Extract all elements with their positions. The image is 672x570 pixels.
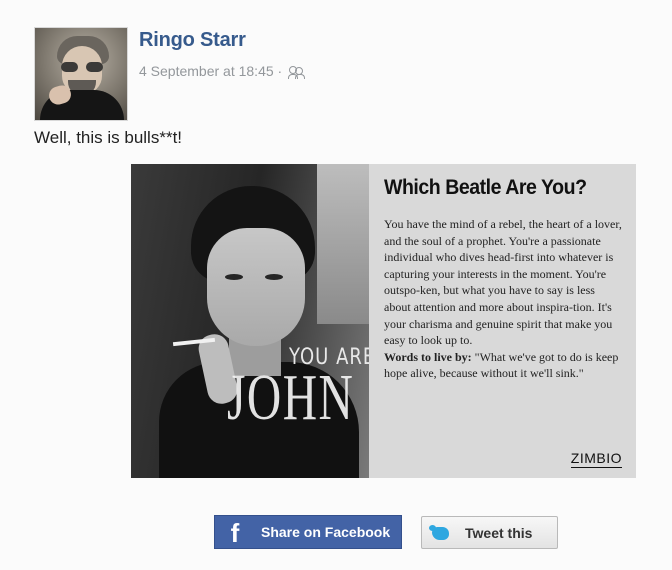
facebook-icon: f [230,518,240,548]
post-meta: 4 September at 18:45 · [139,63,306,80]
author-name[interactable]: Ringo Starr [139,29,246,52]
avatar-glasses [61,62,103,72]
share-on-facebook-button[interactable]: f Share on Facebook [214,515,402,549]
tweet-this-label: Tweet this [465,524,533,541]
zimbio-logo: ZIMBIO [570,450,623,468]
overlay-name: JOHN [227,361,355,434]
avatar[interactable] [34,27,128,121]
friends-icon[interactable] [288,66,306,80]
john-lennon-photo: YOU ARE JOHN [131,164,369,478]
post-timestamp[interactable]: 4 September at 18:45 · [139,63,282,79]
words-to-live-by-label: Words to live by: [384,349,472,364]
post-message: Well, this is bulls**t! [34,128,183,147]
twitter-bird-icon [429,523,451,543]
facebook-post: Ringo Starr 4 September at 18:45 · Well,… [0,0,672,570]
quiz-description-text: You have the mind of a rebel, the heart … [384,217,622,348]
quiz-result-card[interactable]: YOU ARE JOHN Which Beatle Are You? You h… [131,164,636,478]
tweet-this-button[interactable]: Tweet this [421,516,558,549]
share-on-facebook-label: Share on Facebook [261,524,391,540]
quiz-text: Which Beatle Are You? You have the mind … [384,176,624,382]
quiz-description: You have the mind of a rebel, the heart … [384,216,624,382]
quiz-title: Which Beatle Are You? [384,176,587,199]
